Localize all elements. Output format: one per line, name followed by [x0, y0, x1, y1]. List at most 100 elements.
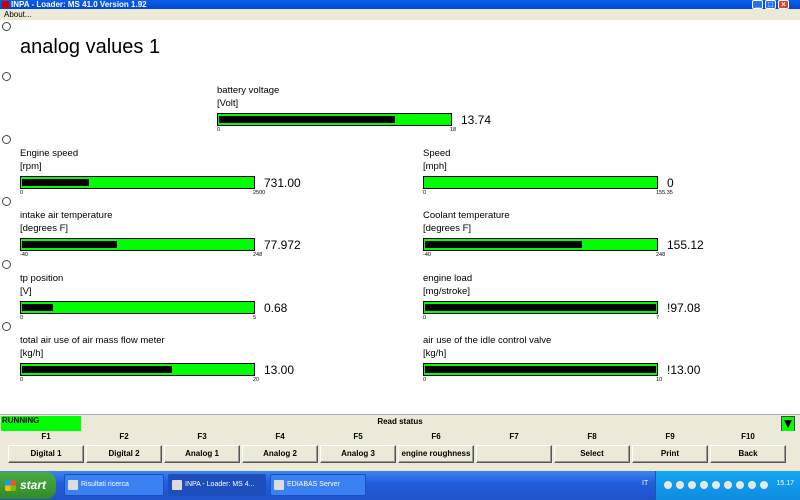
- radio-button[interactable]: [2, 322, 11, 331]
- gauge-unit: [kg/h]: [20, 348, 44, 359]
- gauge-unit: [rpm]: [20, 161, 42, 172]
- app-icon: [2, 1, 9, 8]
- gauge-fill: [22, 241, 117, 248]
- radio-button[interactable]: [2, 260, 11, 269]
- print-button[interactable]: Print: [632, 445, 708, 463]
- app-icon: [172, 480, 182, 490]
- taskbar: start Risultati ricerca INPA - Loader: M…: [0, 471, 800, 500]
- maximize-button[interactable]: □: [765, 0, 776, 9]
- fkey-f10: F10 Back: [710, 431, 786, 463]
- gauge-value: 155.12: [667, 238, 704, 252]
- network-icon[interactable]: [676, 481, 684, 489]
- gauge-bar: [20, 238, 255, 251]
- gauge-fill: [22, 366, 172, 373]
- gauge-bar: [20, 363, 255, 376]
- arrow-down-icon: [784, 420, 792, 428]
- close-button[interactable]: ×: [778, 0, 789, 9]
- gauge-max: 5: [253, 315, 257, 321]
- task-search-results[interactable]: Risultati ricerca: [64, 474, 164, 496]
- radio-button[interactable]: [2, 72, 11, 81]
- fkey-f9: F9 Print: [632, 431, 708, 463]
- gauge-max: 7: [656, 315, 660, 321]
- shield-icon[interactable]: [700, 481, 708, 489]
- analog-3-button[interactable]: Analog 3: [320, 445, 396, 463]
- task-label: EDIABAS Server: [287, 481, 340, 488]
- gauge-unit: [mph]: [423, 161, 447, 172]
- back-button[interactable]: Back: [710, 445, 786, 463]
- gauge-value: !97.08: [667, 301, 701, 315]
- status-text: Read status: [377, 417, 423, 426]
- analog-1-button[interactable]: Analog 1: [164, 445, 240, 463]
- gauge-min: 0: [20, 315, 24, 321]
- gauge-unit: [degrees F]: [20, 223, 69, 234]
- fkey-f7: F7: [476, 431, 552, 463]
- engine-roughness-button[interactable]: engine roughness: [398, 445, 474, 463]
- gauge-bar: [423, 363, 658, 376]
- volume-icon[interactable]: [688, 481, 696, 489]
- fkey-number: F8: [587, 432, 597, 441]
- gauge-min: 0: [217, 127, 221, 133]
- gauge-fill: [22, 179, 89, 186]
- gauge-fill: [425, 304, 656, 311]
- analog-2-button[interactable]: Analog 2: [242, 445, 318, 463]
- status-indicator[interactable]: [781, 416, 795, 432]
- radio-button[interactable]: [2, 197, 11, 206]
- f7-button[interactable]: [476, 445, 552, 463]
- gauge-max: 10: [656, 377, 663, 383]
- gauge-mass-air-flow: total air use of air mass flow meter [kg…: [20, 334, 340, 386]
- gauge-min: -40: [20, 252, 28, 258]
- gauge-label: total air use of air mass flow meter: [20, 335, 165, 346]
- digital-2-button[interactable]: Digital 2: [86, 445, 162, 463]
- menu-about[interactable]: About...: [4, 10, 32, 19]
- gauge-min: -40: [423, 252, 431, 258]
- fkey-f8: F8 Select: [554, 431, 630, 463]
- gauge-value: 13.00: [264, 363, 295, 377]
- gauge-max: 18: [450, 127, 457, 133]
- messenger-icon[interactable]: [748, 481, 756, 489]
- gauge-max: 155.35: [656, 190, 673, 196]
- antivirus-icon[interactable]: [724, 481, 732, 489]
- function-keys: F1 Digital 1 F2 Digital 2 F3 Analog 1 F4 Ana…: [0, 431, 800, 471]
- gauge-intake-air-temperature: intake air temperature [degrees F] 77.97…: [20, 209, 340, 261]
- gauge-coolant-temperature: Coolant temperature [degrees F] 155.12 -…: [423, 209, 743, 261]
- minimize-button[interactable]: _: [752, 0, 763, 9]
- task-ediabas-server[interactable]: EDIABAS Server: [270, 474, 366, 496]
- gauge-battery-voltage: battery voltage [Volt] 13.74 0 18: [217, 84, 537, 136]
- status-bar: RUNNING Read status: [0, 414, 800, 432]
- radio-button[interactable]: [2, 135, 11, 144]
- gauge-max: 248: [253, 252, 263, 258]
- gauge-engine-load: engine load [mg/stroke] !97.08 0 7: [423, 272, 743, 324]
- fkey-f1: F1 Digital 1: [8, 431, 84, 463]
- gauge-value: 13.74: [461, 113, 492, 127]
- fkey-f3: F3 Analog 1: [164, 431, 240, 463]
- gauge-bar: [217, 113, 452, 126]
- fkey-number: F5: [353, 432, 363, 441]
- folder-icon: [68, 480, 78, 490]
- radio-button[interactable]: [2, 22, 11, 31]
- gauge-idle-control-valve: air use of the idle control valve [kg/h]…: [423, 334, 743, 386]
- display-icon[interactable]: [736, 481, 744, 489]
- task-label: Risultati ricerca: [81, 481, 129, 488]
- gauge-unit: [mg/stroke]: [423, 286, 470, 297]
- update-icon[interactable]: [760, 481, 768, 489]
- gauge-unit: [V]: [20, 286, 32, 297]
- menu-bar: About...: [0, 9, 800, 20]
- search-icon[interactable]: [664, 481, 672, 489]
- select-button[interactable]: Select: [554, 445, 630, 463]
- start-button[interactable]: start: [0, 472, 56, 499]
- page-title: analog values 1: [20, 36, 161, 58]
- fkey-number: F1: [41, 432, 51, 441]
- gauge-bar: [423, 238, 658, 251]
- server-icon: [274, 480, 284, 490]
- gauge-label: Speed: [423, 148, 451, 159]
- gauge-bar: [423, 301, 658, 314]
- language-indicator[interactable]: IT: [642, 480, 648, 487]
- gauge-max: 248: [656, 252, 666, 258]
- window-title: INPA - Loader: MS 41.0 Version 1.92: [11, 0, 147, 9]
- fkey-f5: F5 Analog 3: [320, 431, 396, 463]
- task-inpa-loader[interactable]: INPA - Loader: MS 4...: [168, 474, 266, 496]
- gauge-bar: [20, 301, 255, 314]
- printer-icon[interactable]: [712, 481, 720, 489]
- gauge-min: 0: [423, 190, 427, 196]
- digital-1-button[interactable]: Digital 1: [8, 445, 84, 463]
